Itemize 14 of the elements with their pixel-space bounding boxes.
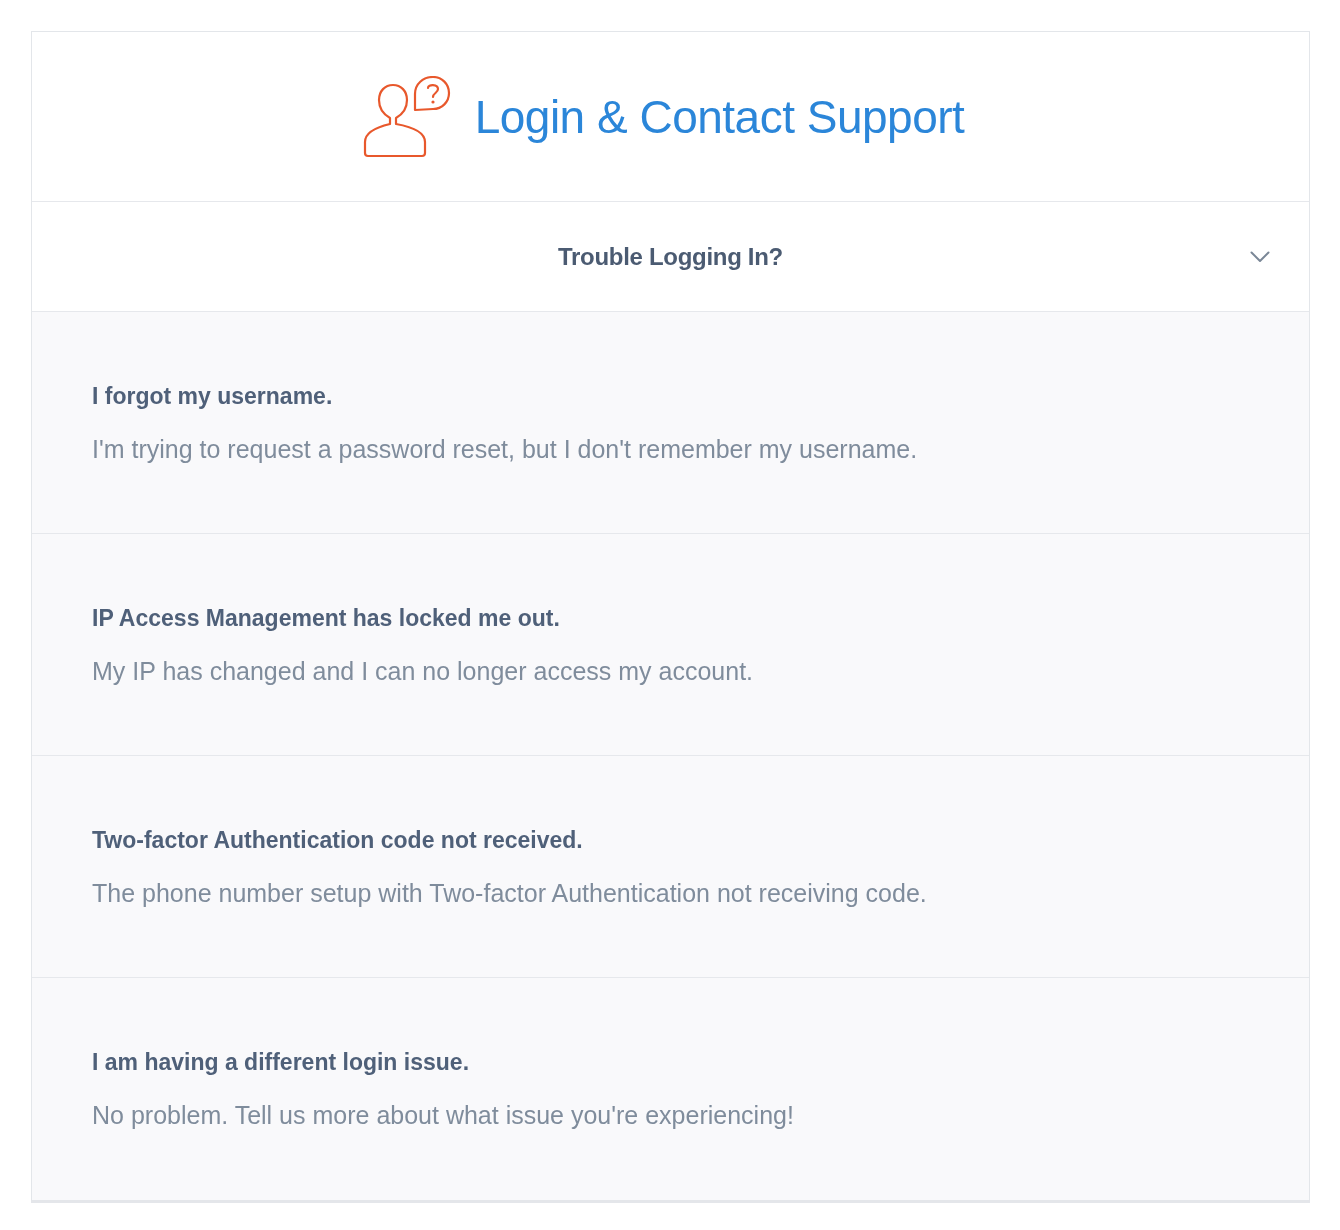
issue-option[interactable]: I am having a different login issue. No problem. Tell us more about what issue you're experiencing! (32, 978, 1309, 1200)
option-title: I am having a different login issue. (92, 1048, 470, 1076)
option-description: The phone number setup with Two-factor Authentication not receiving code. (92, 877, 927, 908)
issue-option[interactable]: IP Access Management has locked me out. My IP has changed and I can no longer access my account. (32, 534, 1309, 756)
option-description: No problem. Tell us more about what issue you're experiencing! (92, 1100, 794, 1130)
option-title: IP Access Management has locked me out. (92, 603, 560, 632)
issue-option[interactable]: I forgot my username. I'm trying to request a password reset, but I don't remember my username. (32, 312, 1309, 534)
option-description: I'm trying to request a password reset, but I don't remember my username. (92, 433, 918, 464)
chevron-down-icon (1250, 251, 1270, 263)
option-description: My IP has changed and I can no longer access my account. (92, 655, 754, 686)
option-title: Two-factor Authentication code not received. (92, 825, 583, 854)
option-title: I forgot my username. (92, 381, 333, 410)
user-question-icon (362, 75, 451, 158)
issue-option[interactable]: Two-factor Authentication code not received. The phone number setup with Two-factor Authentication not receiving code. (32, 756, 1309, 978)
